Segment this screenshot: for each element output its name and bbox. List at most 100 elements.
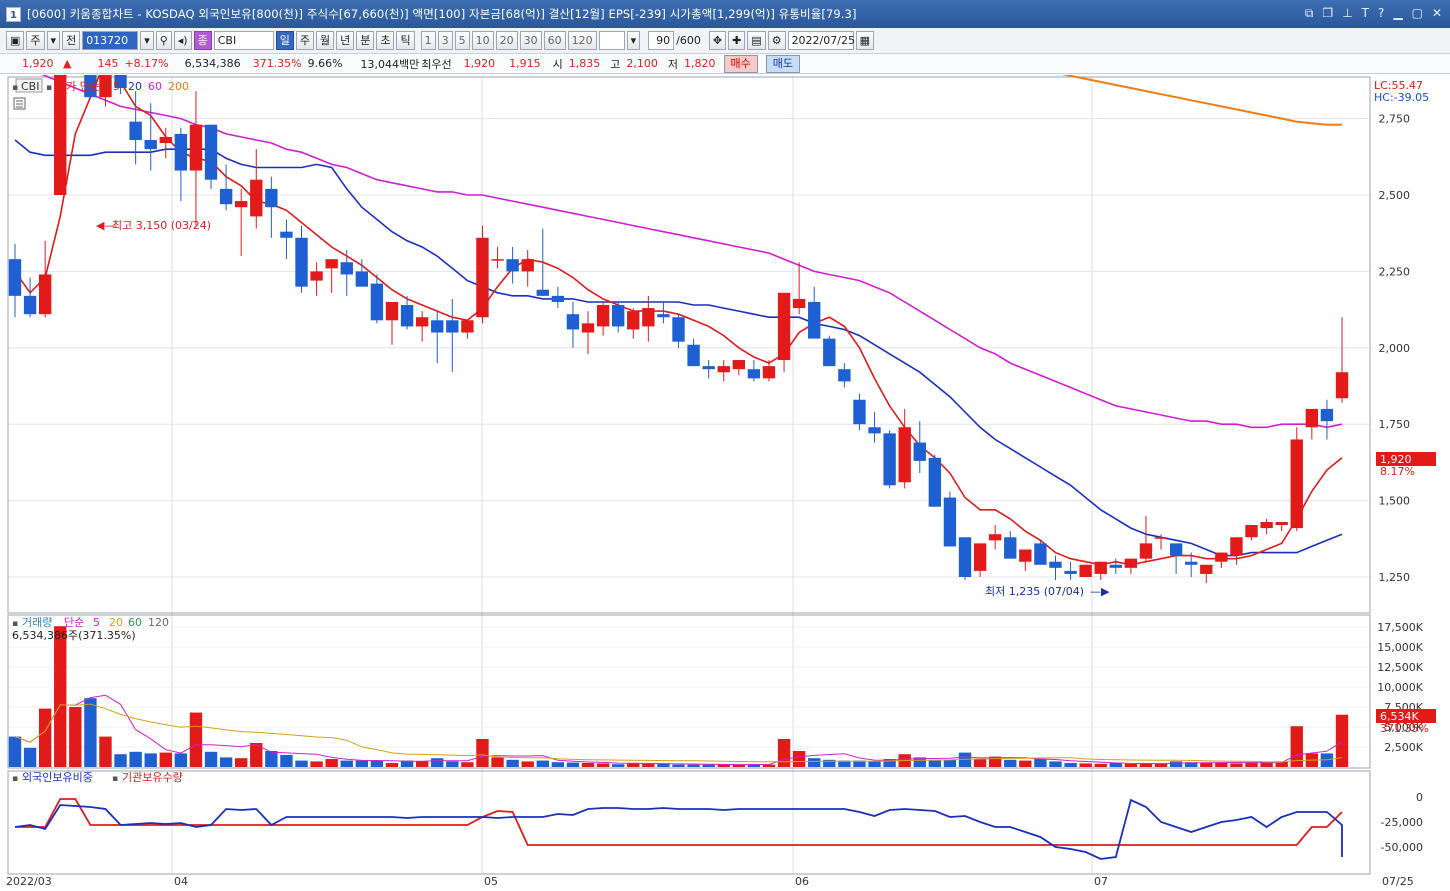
candle-body: [1064, 570, 1077, 574]
interval-3[interactable]: 3: [437, 31, 453, 50]
indicator-flag[interactable]: 종: [193, 31, 212, 50]
candle-body: [1049, 561, 1062, 568]
volume-bar: [385, 763, 399, 767]
candle-body: [1169, 543, 1183, 556]
period-month-tab[interactable]: 월: [315, 31, 335, 50]
candle-body: [506, 259, 519, 272]
volume-bar: [325, 759, 338, 767]
candle-body: [943, 497, 957, 547]
candle-body: [702, 366, 715, 370]
volume-bar: [174, 753, 188, 767]
sell-button[interactable]: 매도: [765, 54, 801, 73]
volume-bar: [69, 707, 82, 767]
count-max: /600: [676, 34, 701, 47]
volume-bar: [129, 751, 142, 767]
font-icon[interactable]: T: [1362, 6, 1369, 20]
current-pct-tag: 8.17%: [1380, 465, 1415, 478]
calendar-icon[interactable]: ▦: [855, 31, 874, 50]
dropdown-icon[interactable]: ▾: [46, 31, 61, 50]
candle-body: [295, 237, 308, 287]
low-annotation: 최저 1,235 (07/04): [985, 585, 1084, 598]
candle-body: [762, 366, 776, 379]
help-icon[interactable]: ?: [1378, 6, 1384, 20]
code-dropdown-icon[interactable]: ▾: [140, 31, 154, 50]
crosshair-icon[interactable]: ✚: [728, 31, 746, 50]
candle-body: [310, 271, 323, 281]
high-price: 2,100: [626, 57, 658, 70]
candle-body: [1034, 543, 1047, 565]
interval-5[interactable]: 5: [454, 31, 470, 50]
interval-dropdown-icon[interactable]: ▾: [626, 31, 641, 50]
buy-button[interactable]: 매수: [723, 54, 758, 73]
period-day-tab[interactable]: 일: [275, 31, 294, 50]
candle-body: [777, 292, 791, 361]
settings-icon[interactable]: ⚙: [767, 31, 786, 50]
volume-bar: [310, 761, 323, 767]
candle-body: [913, 442, 926, 461]
stock-code-input[interactable]: 013720: [82, 31, 139, 50]
period-tick-tab[interactable]: 틱: [396, 31, 415, 50]
interval-60[interactable]: 60: [543, 31, 566, 50]
volume-bar: [928, 760, 942, 767]
maximize-icon[interactable]: ▢: [1412, 6, 1423, 20]
volume-bar: [1004, 759, 1017, 767]
volume-legend-kind: 단순: [64, 616, 84, 629]
candle-body: [1185, 561, 1198, 565]
volume-bar: [581, 763, 595, 767]
candle-body: [1245, 525, 1258, 538]
window-titlebar: 1 [0600] 키움종합차트 - KOSDAQ 외국인보유[800(천)] 주…: [0, 0, 1450, 28]
volume-bar: [717, 764, 730, 767]
volume-bar: [536, 760, 549, 767]
candle-body: [174, 133, 188, 171]
period-week-tab[interactable]: 주: [295, 31, 314, 50]
interval-custom-input[interactable]: [598, 31, 625, 50]
candle-body: [853, 399, 866, 425]
candle-body: [1215, 552, 1228, 562]
copy-icon[interactable]: ❐: [1322, 6, 1333, 20]
volume-bar: [144, 753, 157, 767]
candle-body: [672, 317, 685, 342]
volume-bar: [38, 708, 52, 767]
volume-bar: [461, 762, 474, 767]
investor-lines: [14, 798, 1343, 860]
interval-120[interactable]: 120: [567, 31, 597, 50]
price-change-pct: +8.17%: [124, 57, 169, 70]
interval-20[interactable]: 20: [495, 31, 518, 50]
volume-bar: [506, 759, 519, 767]
chart-area[interactable]: 1,250 1,500 1,750 2,000 2,250 2,500 2,750 2,500…: [0, 0, 1450, 888]
period-minute-tab[interactable]: 분: [356, 31, 375, 50]
date-input[interactable]: 2022/07/25: [787, 31, 855, 50]
chart-toolbar: ▣ 주 ▾ 전 013720 ▾ ⚲ ◂) 종 CBI 일 주 월 년 분 초 …: [0, 28, 1450, 54]
interval-10[interactable]: 10: [471, 31, 494, 50]
period-year-tab[interactable]: 년: [336, 31, 355, 50]
volume-bar: [235, 758, 248, 767]
save-icon[interactable]: ▤: [747, 31, 766, 50]
period-week-button[interactable]: 주: [26, 31, 45, 50]
interval-1[interactable]: 1: [420, 31, 436, 50]
close-icon[interactable]: ✕: [1432, 6, 1442, 20]
volume-bar: [973, 759, 987, 767]
zoom-icon[interactable]: ✥: [708, 31, 727, 50]
interval-30[interactable]: 30: [519, 31, 542, 50]
candle-body: [808, 301, 821, 339]
minimize-icon[interactable]: ▁: [1393, 6, 1402, 20]
candle-body: [657, 314, 670, 318]
count-input[interactable]: 90: [648, 31, 675, 50]
sound-icon[interactable]: ◂): [173, 31, 192, 50]
period-second-tab[interactable]: 초: [376, 31, 395, 50]
pin-icon[interactable]: ⊥: [1342, 6, 1352, 20]
candle-body: [1094, 561, 1107, 574]
candle-body: [204, 124, 218, 180]
search-icon[interactable]: ⚲: [155, 31, 172, 50]
all-button[interactable]: 전: [62, 31, 81, 50]
candle-body: [1305, 408, 1319, 428]
volume-bar: [114, 754, 127, 767]
legend-bullet-icon: ▪: [12, 619, 18, 629]
link-icon[interactable]: ⧉: [1305, 6, 1314, 20]
low-label: 저: [667, 57, 679, 71]
volume-bar: [370, 761, 384, 767]
candle-body: [1335, 372, 1349, 399]
layout-icon[interactable]: ▣: [6, 31, 25, 50]
indicator-name-input[interactable]: CBI: [213, 31, 274, 50]
stock-chart[interactable]: 1,250 1,500 1,750 2,000 2,250 2,500 2,750 2,500…: [0, 0, 1450, 888]
